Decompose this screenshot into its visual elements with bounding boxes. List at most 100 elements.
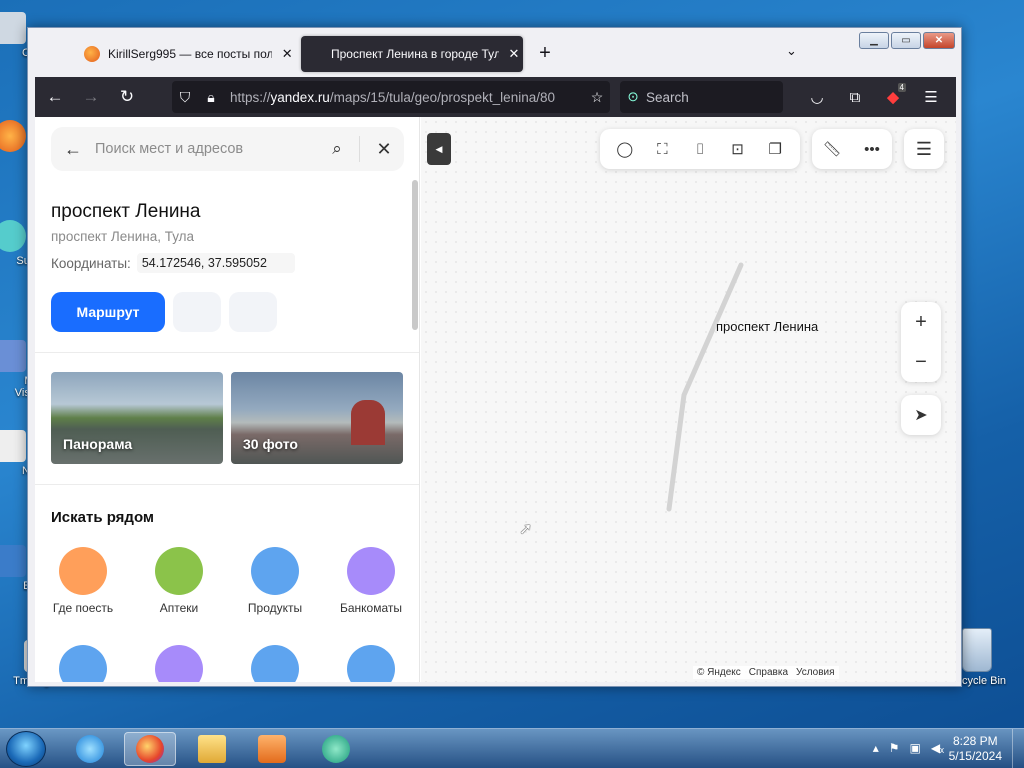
category-atm[interactable]: Банкоматы <box>323 547 419 615</box>
menu-icon[interactable]: ☰ <box>916 81 946 113</box>
toolbar-right: ◡ ⧉ ◆ 4 ☰ <box>802 81 946 113</box>
category-icon <box>347 645 395 682</box>
ruler-icon[interactable]: 📏︎ <box>817 134 847 164</box>
action-button-3[interactable] <box>229 292 277 332</box>
tab-yandex-maps[interactable]: Проспект Ленина в городе Тула ✕ <box>301 36 523 72</box>
map-tools-toolbar: 📏︎ ••• <box>812 129 892 169</box>
search-input[interactable]: ← Поиск мест и адресов ⌕ ✕ <box>51 127 404 171</box>
volume-icon[interactable]: ◀ₓ <box>931 741 944 755</box>
more-icon[interactable]: ••• <box>857 134 887 164</box>
close-icon[interactable]: ✕ <box>364 139 404 160</box>
action-button-2[interactable] <box>173 292 221 332</box>
new-tab-button[interactable]: + <box>533 42 557 66</box>
hamburger-menu-icon[interactable]: ☰ <box>904 129 944 169</box>
maximize-button[interactable]: ▭ <box>891 32 921 49</box>
media-player-icon <box>258 735 286 763</box>
folder-icon <box>198 735 226 763</box>
browser-window: KirillSerg995 — все посты поль ✕ Проспек… <box>27 27 962 687</box>
terms-link[interactable]: Условия <box>796 667 835 678</box>
category-food[interactable]: Где поесть <box>35 547 131 615</box>
layers-icon[interactable]: ◯ <box>610 134 640 164</box>
lock-icon[interactable]: 🔒︎ <box>198 89 224 106</box>
category-item[interactable] <box>131 645 227 682</box>
nav-bar: ← → ↻ ⛉ 🔒︎ https://yandex.ru/maps/15/tul… <box>35 77 956 117</box>
photos-label: 30 фото <box>243 436 298 452</box>
sidebar-scrollbar[interactable] <box>412 180 418 330</box>
coords-value[interactable]: 54.172546, 37.595052 <box>136 253 295 273</box>
shield-icon[interactable]: ⛉ <box>172 89 198 106</box>
forward-icon[interactable]: → <box>75 81 107 113</box>
system-tray: ▴ ⚑ ▣ ◀ₓ <box>873 741 944 755</box>
panorama-icon[interactable]: ⛶ <box>647 134 677 164</box>
visual-studio-icon <box>0 340 26 372</box>
mouse-cursor-icon: ➚ <box>519 521 533 538</box>
divider <box>35 484 419 485</box>
taskbar-ie[interactable] <box>64 732 116 766</box>
list-all-tabs-icon[interactable]: ⌄ <box>786 43 797 59</box>
back-arrow-icon[interactable]: ← <box>51 139 95 160</box>
url-text[interactable]: https://yandex.ru/maps/15/tula/geo/prosp… <box>230 90 570 105</box>
search-placeholder[interactable]: Поиск мест и адресов <box>95 141 319 157</box>
copyright-text: © Яндекс <box>697 667 741 678</box>
taskbar-app[interactable] <box>310 732 362 766</box>
map-type-icon[interactable]: ❐ <box>760 134 790 164</box>
tab-bar: KirillSerg995 — все посты поль ✕ Проспек… <box>28 28 961 77</box>
map-area[interactable]: проспект Ленина ◀ ◯ ⛶ ⌷ ⊡ ❐ 📏︎ ••• ☰ + −… <box>421 117 956 682</box>
start-button[interactable] <box>6 731 46 767</box>
taskbar-media[interactable] <box>246 732 298 766</box>
page-content: ← Поиск мест и адресов ⌕ ✕ проспект Лени… <box>35 117 956 682</box>
firefox-icon <box>136 735 164 763</box>
category-icon <box>59 645 107 682</box>
clock[interactable]: 8:28 PM 5/15/2024 <box>949 734 1002 764</box>
zoom-out-button[interactable]: − <box>901 342 941 382</box>
back-icon[interactable]: ← <box>39 81 71 113</box>
groceries-icon <box>251 547 299 595</box>
bookmark-star-icon[interactable]: ☆ <box>584 89 610 106</box>
help-link[interactable]: Справка <box>749 667 788 678</box>
flag-icon[interactable]: ⚑ <box>889 741 900 755</box>
network-icon[interactable]: ▣ <box>909 741 920 755</box>
route-button[interactable]: Маршрут <box>51 292 165 332</box>
place-subtitle[interactable]: проспект Ленина, Тула <box>51 229 194 244</box>
tab-title: Проспект Ленина в городе Тула <box>331 47 499 61</box>
panorama-thumbnail[interactable]: Панорама <box>51 372 223 464</box>
street-line <box>666 262 744 512</box>
zoom-in-button[interactable]: + <box>901 302 941 342</box>
category-item[interactable] <box>227 645 323 682</box>
ublock-icon[interactable]: ◆ 4 <box>878 81 908 113</box>
bus-icon[interactable]: ⊡ <box>723 134 753 164</box>
everything-icon <box>0 545 26 577</box>
church-image <box>351 400 385 445</box>
camera-icon[interactable]: ⌷ <box>685 134 715 164</box>
close-window-button[interactable]: ✕ <box>923 32 955 49</box>
extensions-icon[interactable]: ⧉ <box>840 81 870 113</box>
close-tab-icon[interactable]: ✕ <box>505 45 523 63</box>
reload-icon[interactable]: ↻ <box>111 81 143 113</box>
show-desktop-button[interactable] <box>1012 729 1024 768</box>
close-tab-icon[interactable]: ✕ <box>278 45 296 63</box>
category-pharmacy[interactable]: Аптеки <box>131 547 227 615</box>
location-arrow-icon[interactable]: ➤ <box>901 395 941 435</box>
minimize-button[interactable]: ▁ <box>859 32 889 49</box>
category-item[interactable] <box>35 645 131 682</box>
sidebar: ← Поиск мест и адресов ⌕ ✕ проспект Лени… <box>35 117 420 682</box>
url-bar[interactable]: ⛉ 🔒︎ https://yandex.ru/maps/15/tula/geo/… <box>172 81 610 113</box>
map-footer: © Яндекс Справка Условия <box>693 666 839 679</box>
category-groceries[interactable]: Продукты <box>227 547 323 615</box>
search-bar[interactable]: ⊙ Search <box>620 81 783 113</box>
tab-kirillserg[interactable]: KirillSerg995 — все посты поль ✕ <box>74 36 296 72</box>
taskbar-firefox[interactable] <box>124 732 176 766</box>
show-hidden-icons-icon[interactable]: ▴ <box>873 741 879 755</box>
notepad-icon <box>0 430 26 462</box>
pocket-icon[interactable]: ◡ <box>802 81 832 113</box>
photos-thumbnail[interactable]: 30 фото <box>231 372 403 464</box>
collapse-sidebar-button[interactable]: ◀ <box>427 133 451 165</box>
nearby-title: Искать рядом <box>51 509 155 526</box>
panorama-label: Панорама <box>63 436 133 452</box>
search-icon[interactable]: ⌕ <box>319 139 355 159</box>
category-item[interactable] <box>323 645 419 682</box>
taskbar-explorer[interactable] <box>186 732 238 766</box>
clock-date: 5/15/2024 <box>948 749 1002 763</box>
food-icon <box>59 547 107 595</box>
coordinates: Координаты: 54.172546, 37.595052 <box>51 253 295 273</box>
